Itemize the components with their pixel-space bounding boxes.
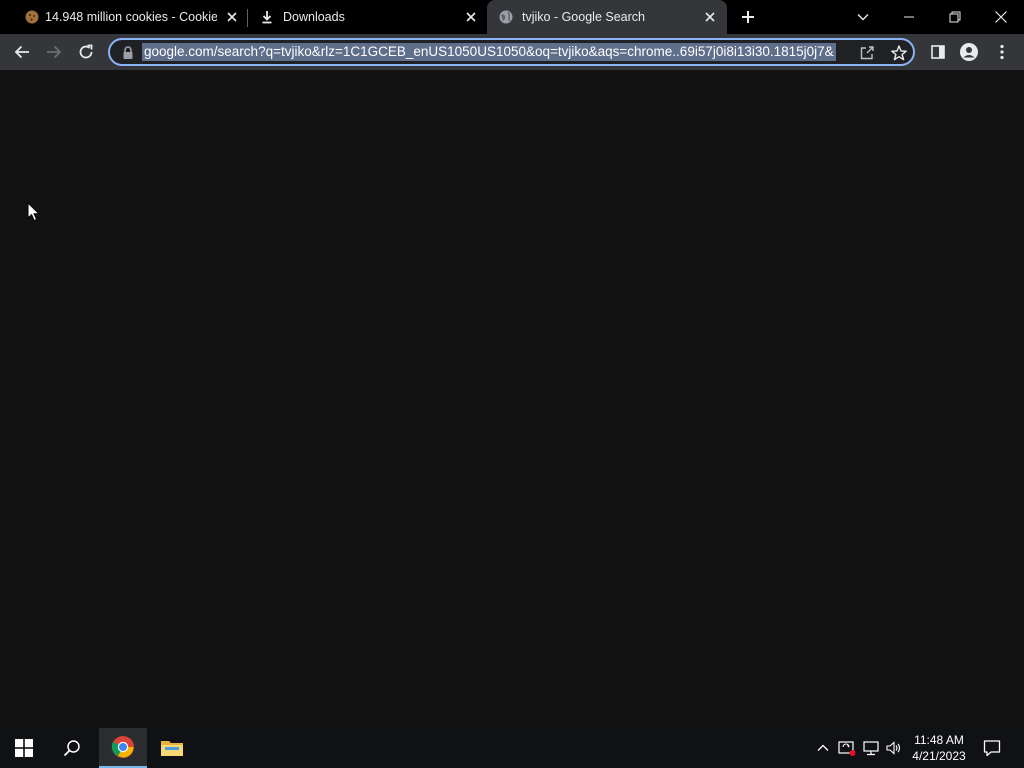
- back-button[interactable]: [10, 40, 34, 64]
- profile-button[interactable]: [957, 40, 981, 64]
- url-text[interactable]: google.com/search?q=tvjiko&rlz=1C1GCEB_e…: [142, 43, 836, 61]
- address-bar[interactable]: google.com/search?q=tvjiko&rlz=1C1GCEB_e…: [108, 38, 915, 66]
- more-vert-icon: [999, 44, 1005, 60]
- arrow-left-icon: [13, 43, 31, 61]
- tab-search-button[interactable]: [840, 0, 886, 34]
- volume-button[interactable]: [883, 728, 905, 768]
- side-panel-button[interactable]: [926, 40, 950, 64]
- notification-icon: [983, 739, 1001, 757]
- file-explorer-icon: [160, 738, 184, 758]
- restore-icon: [949, 11, 961, 23]
- tab-google-search[interactable]: tvjiko - Google Search: [487, 0, 727, 34]
- chrome-icon: [111, 735, 135, 759]
- volume-icon: [885, 740, 903, 756]
- clock-time: 11:48 AM: [914, 733, 964, 747]
- action-center-button[interactable]: [978, 728, 1006, 768]
- menu-button[interactable]: [990, 40, 1014, 64]
- taskbar-chrome[interactable]: [99, 728, 147, 768]
- lock-icon[interactable]: [122, 46, 134, 60]
- tab-title: 14.948 million cookies - Cookie Clicker: [45, 10, 217, 24]
- close-tab-icon[interactable]: [463, 9, 479, 25]
- side-panel-icon: [930, 44, 946, 60]
- chevron-down-icon: [856, 10, 870, 24]
- taskbar: 11:48 AM 4/21/2023: [0, 728, 1024, 768]
- chevron-up-icon: [817, 743, 829, 753]
- search-icon: [63, 739, 81, 757]
- clock-date: 4/21/2023: [912, 749, 966, 763]
- cookie-icon: [24, 9, 40, 25]
- windows-logo-icon: [15, 739, 33, 757]
- show-hidden-icons-button[interactable]: [812, 728, 834, 768]
- taskbar-search-button[interactable]: [48, 728, 96, 768]
- minimize-icon: [903, 11, 915, 23]
- avatar-icon: [959, 42, 979, 62]
- close-tab-icon[interactable]: [224, 9, 240, 25]
- close-window-button[interactable]: [978, 0, 1024, 34]
- tab-cookie-clicker[interactable]: 14.948 million cookies - Cookie Clicker: [8, 0, 246, 34]
- share-icon[interactable]: [858, 44, 876, 62]
- tray-update-icon[interactable]: [836, 728, 858, 768]
- download-icon: [259, 9, 275, 25]
- reload-icon: [77, 43, 95, 61]
- minimize-button[interactable]: [886, 0, 932, 34]
- tab-downloads[interactable]: Downloads: [248, 0, 486, 34]
- tab-strip: 14.948 million cookies - Cookie Clicker …: [0, 0, 1024, 34]
- bookmark-star-icon[interactable]: [890, 44, 908, 62]
- reload-button[interactable]: [74, 40, 98, 64]
- network-button[interactable]: [860, 728, 882, 768]
- mouse-cursor-icon: [27, 202, 41, 222]
- forward-button[interactable]: [42, 40, 66, 64]
- arrow-right-icon: [45, 43, 63, 61]
- taskbar-file-explorer[interactable]: [148, 728, 196, 768]
- system-clock[interactable]: 11:48 AM 4/21/2023: [904, 732, 974, 764]
- tab-title: Downloads: [283, 10, 345, 24]
- restore-button[interactable]: [932, 0, 978, 34]
- tab-title: tvjiko - Google Search: [522, 10, 645, 24]
- globe-icon: [498, 9, 514, 25]
- close-icon: [994, 10, 1008, 24]
- start-button[interactable]: [0, 728, 48, 768]
- close-tab-icon[interactable]: [702, 9, 718, 25]
- network-icon: [862, 740, 880, 756]
- page-content: [0, 70, 1024, 728]
- sync-alert-icon: [838, 740, 856, 756]
- new-tab-button[interactable]: [738, 7, 758, 27]
